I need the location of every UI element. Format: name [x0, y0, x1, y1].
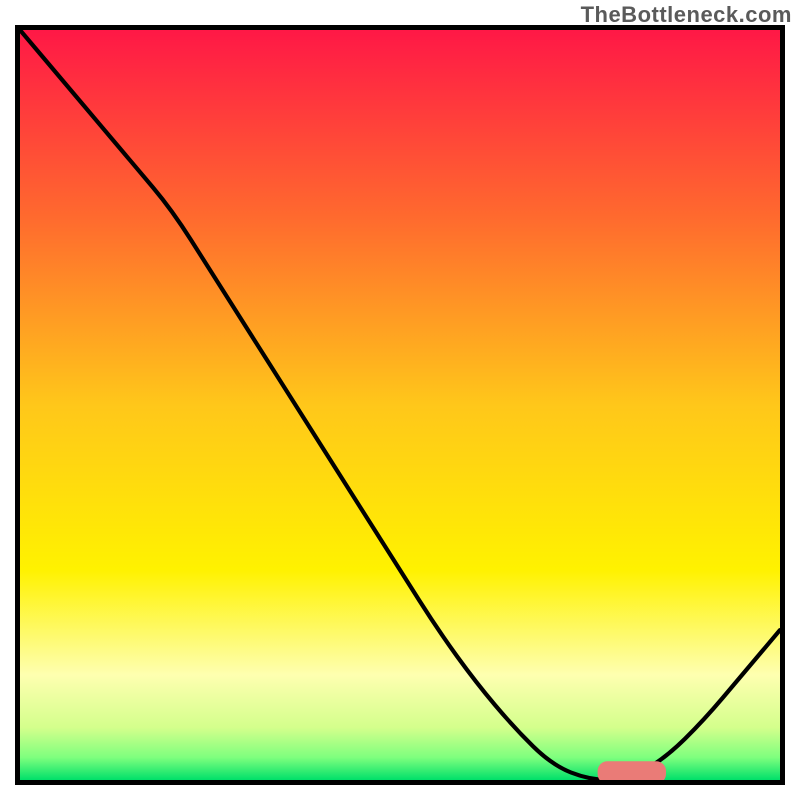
- curve-layer: [20, 30, 780, 780]
- plot-area: [15, 25, 785, 785]
- bottleneck-curve: [20, 30, 780, 780]
- chart-container: TheBottleneck.com: [0, 0, 800, 800]
- optimal-marker: [598, 761, 666, 780]
